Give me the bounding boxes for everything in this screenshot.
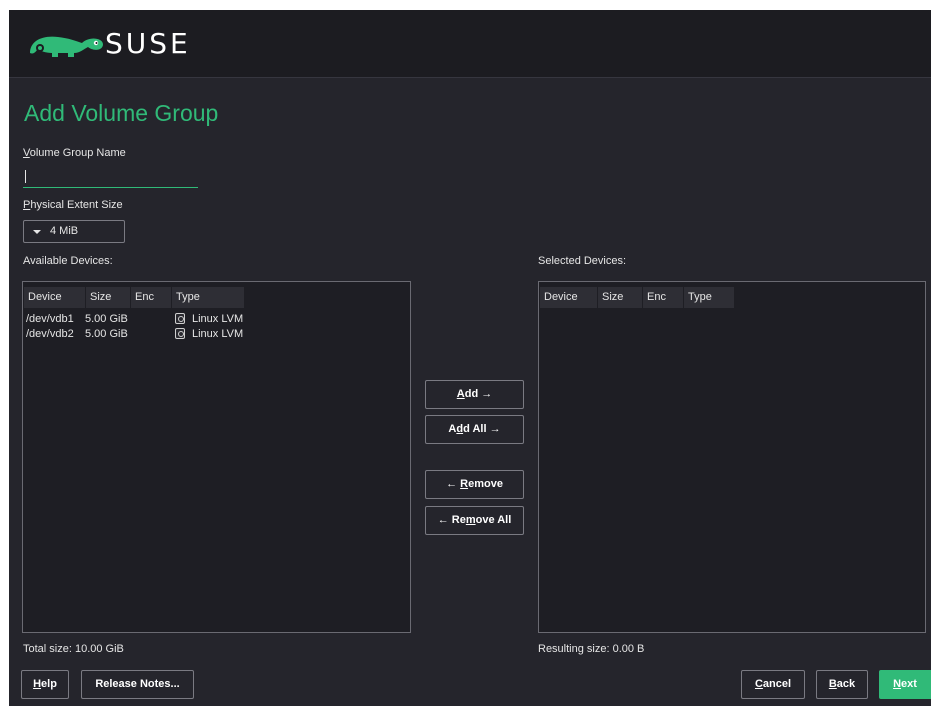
device-cell: /dev/vdb1 xyxy=(26,313,74,325)
help-button[interactable]: Help xyxy=(21,670,69,699)
cancel-button[interactable]: Cancel xyxy=(741,670,805,699)
column-header-type[interactable]: Type xyxy=(684,287,734,308)
extent-size-value: 4 MiB xyxy=(50,225,79,237)
type-cell: Linux LVM xyxy=(192,328,244,340)
column-header-size[interactable]: Size xyxy=(598,287,642,308)
column-header-enc[interactable]: Enc xyxy=(131,287,171,308)
available-total-size: Total size: 10.00 GiB xyxy=(23,643,124,655)
table-row[interactable]: /dev/vdb2 5.00 GiB Linux LVM xyxy=(23,327,410,342)
header-bar: SUSE xyxy=(9,10,931,78)
add-all-button[interactable]: Add All → xyxy=(425,415,524,444)
selected-devices-table[interactable]: Device Size Enc Type xyxy=(538,281,926,633)
installer-window: SUSE Add Volume Group Volume Group Name … xyxy=(9,10,931,706)
dropdown-arrow-icon xyxy=(33,230,41,234)
brand-name: SUSE xyxy=(105,27,191,60)
next-button[interactable]: Next xyxy=(879,670,931,699)
available-devices-label: Available Devices: xyxy=(23,255,113,267)
column-header-device[interactable]: Device xyxy=(540,287,597,308)
text-cursor xyxy=(25,170,26,183)
add-button[interactable]: Add → xyxy=(425,380,524,409)
column-header-size[interactable]: Size xyxy=(86,287,130,308)
extent-size-label: Physical Extent Size xyxy=(23,199,123,211)
release-notes-button[interactable]: Release Notes... xyxy=(81,670,194,699)
vg-name-label: Volume Group Name xyxy=(23,147,126,159)
available-devices-table[interactable]: Device Size Enc Type /dev/vdb1 5.00 GiB … xyxy=(22,281,411,633)
back-button[interactable]: Back xyxy=(816,670,868,699)
size-cell: 5.00 GiB xyxy=(85,328,128,340)
extent-size-select[interactable]: 4 MiB xyxy=(23,220,125,243)
column-header-device[interactable]: Device xyxy=(24,287,85,308)
table-row[interactable]: /dev/vdb1 5.00 GiB Linux LVM xyxy=(23,312,410,327)
remove-button[interactable]: ← Remove xyxy=(425,470,524,499)
column-header-enc[interactable]: Enc xyxy=(643,287,683,308)
remove-all-button[interactable]: ← Remove All xyxy=(425,506,524,535)
type-cell: Linux LVM xyxy=(192,313,244,325)
resulting-size: Resulting size: 0.00 B xyxy=(538,643,645,655)
column-header-type[interactable]: Type xyxy=(172,287,244,308)
page-title: Add Volume Group xyxy=(24,100,219,126)
size-cell: 5.00 GiB xyxy=(85,313,128,325)
chameleon-logo-icon xyxy=(30,36,103,57)
vg-name-input[interactable] xyxy=(23,166,198,188)
disk-icon xyxy=(175,313,185,324)
disk-icon xyxy=(175,328,185,339)
device-cell: /dev/vdb2 xyxy=(26,328,74,340)
selected-devices-label: Selected Devices: xyxy=(538,255,627,267)
